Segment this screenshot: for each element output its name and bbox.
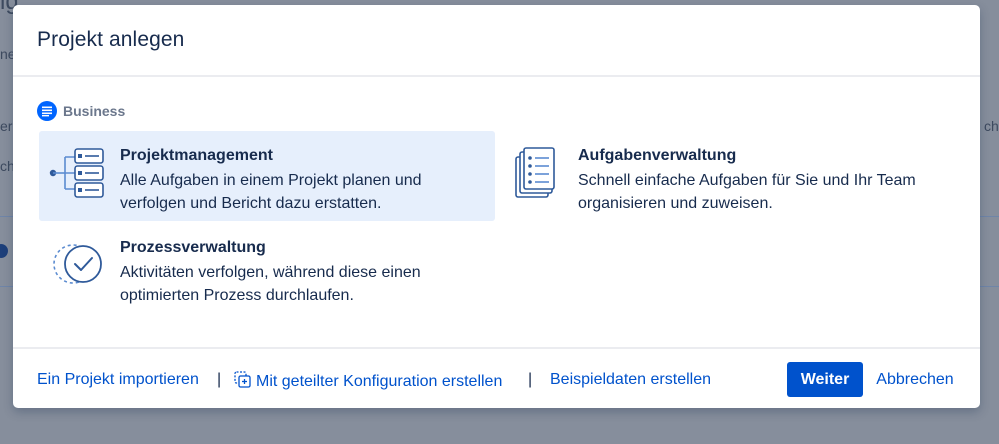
template-card-prozessverwaltung[interactable]: Prozessverwaltung Aktivitäten verfolgen,… (39, 223, 495, 313)
card-description: Schnell einfache Aufgaben für Sie und Ih… (578, 172, 916, 212)
background-divider (980, 286, 999, 287)
background-text-fragment: er (0, 118, 13, 134)
dialog-title: Projekt anlegen (37, 28, 185, 51)
background-divider (980, 216, 999, 217)
section-label-text: Business (63, 103, 126, 119)
section-label-business: Business (37, 101, 125, 121)
dialog-header: Projekt anlegen (13, 5, 980, 77)
background-badge (0, 244, 8, 258)
create-project-dialog: Projekt anlegen Business Projektmanageme… (13, 5, 980, 408)
cancel-button[interactable]: Abbrechen (869, 362, 961, 397)
process-management-icon (49, 239, 107, 291)
template-card-aufgabenverwaltung[interactable]: Aufgabenverwaltung Schnell einfache Aufg… (498, 131, 958, 221)
shared-config-link[interactable]: Mit geteilter Konfiguration erstellen (234, 371, 502, 393)
shared-config-label: Mit geteilter Konfiguration erstellen (256, 373, 503, 390)
template-card-projektmanagement[interactable]: Projektmanagement Alle Aufgaben in einem… (39, 131, 495, 221)
task-management-icon (514, 147, 572, 199)
sample-data-link[interactable]: Beispieldaten erstellen (550, 371, 711, 389)
next-button[interactable]: Weiter (787, 362, 863, 397)
dialog-footer: Ein Projekt importieren | Mit geteilter … (13, 347, 980, 408)
background-divider (0, 216, 14, 217)
card-title: Aufgabenverwaltung (578, 147, 737, 164)
card-description: Alle Aufgaben in einem Projekt planen un… (120, 172, 422, 212)
footer-separator: | (528, 371, 533, 388)
background-divider (0, 286, 14, 287)
card-description: Aktivitäten verfolgen, während diese ein… (120, 264, 421, 304)
footer-separator: | (217, 371, 222, 388)
background-text-fragment: che (984, 118, 999, 134)
card-title: Prozessverwaltung (120, 239, 266, 256)
shared-config-icon (234, 371, 251, 393)
card-title: Projektmanagement (120, 147, 273, 164)
project-management-icon (49, 147, 107, 199)
business-category-icon (37, 101, 57, 121)
import-project-link[interactable]: Ein Projekt importieren (37, 371, 199, 389)
